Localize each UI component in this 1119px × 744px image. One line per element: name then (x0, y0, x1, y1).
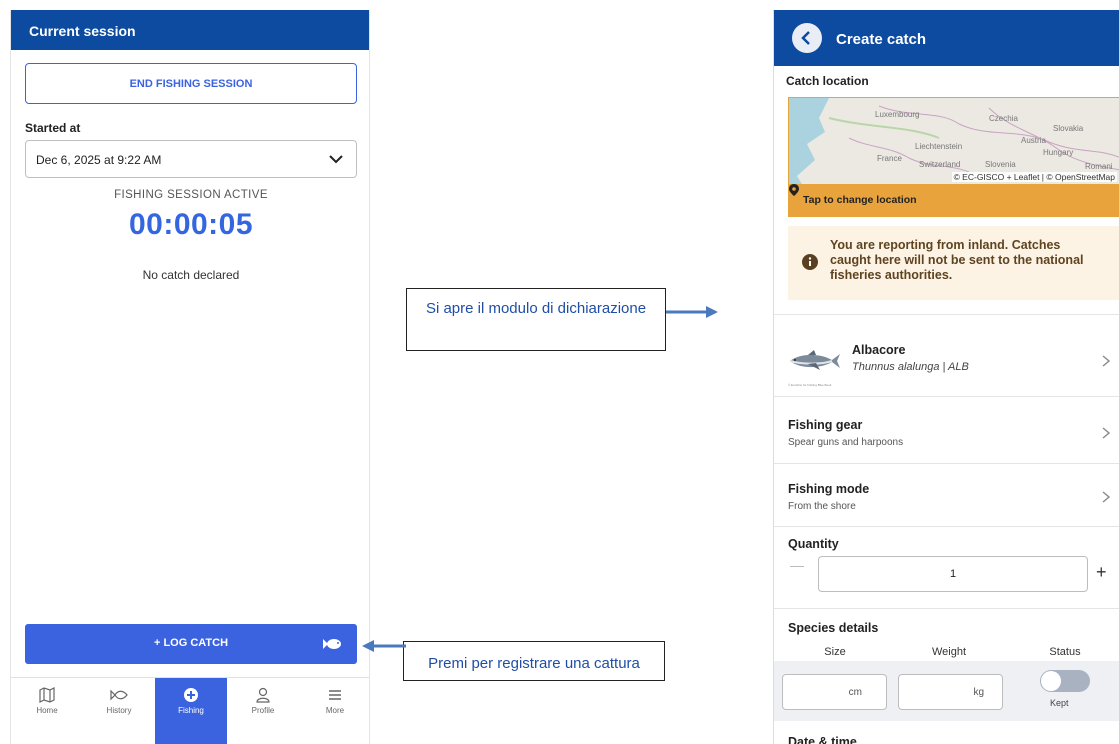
started-at-select[interactable]: Dec 6, 2025 at 9:22 AM (25, 140, 357, 178)
nav-history-label: History (106, 706, 132, 715)
map-label: Liechtenstein (915, 142, 963, 151)
map-label: Czechia (989, 114, 1018, 123)
albacore-fish-image (789, 350, 840, 370)
callout-form-opens: Si apre il modulo di dichiarazione (406, 288, 666, 351)
divider (774, 314, 1119, 315)
nav-fishing[interactable]: Fishing (155, 678, 227, 744)
map-label: Luxembourg (875, 110, 920, 119)
map-label: Slovenia (985, 160, 1016, 169)
nav-more[interactable]: More (299, 678, 369, 744)
nav-fishing-label: Fishing (178, 706, 204, 715)
divider (774, 526, 1119, 527)
started-at-value: Dec 6, 2025 at 9:22 AM (36, 153, 162, 167)
fish-icon (323, 639, 341, 649)
map-label: France (877, 154, 902, 163)
quantity-decrement-button[interactable] (790, 566, 804, 567)
menu-icon (329, 690, 341, 700)
divider (774, 396, 1119, 397)
species-row[interactable]: Albacore Thunnus alalunga | ALB © Eurofi… (774, 326, 1119, 394)
nav-history[interactable]: History (83, 678, 155, 744)
divider (774, 463, 1119, 464)
map-label: Switzerland (919, 160, 961, 169)
catch-location-map[interactable]: Luxembourg Czechia Slovakia Austria Liec… (788, 97, 1119, 217)
nav-profile-label: Profile (251, 706, 275, 715)
size-column-header: Size (824, 646, 846, 658)
arrow-left-icon (362, 640, 406, 652)
inland-warning: You are reporting from inland. Catches c… (788, 226, 1119, 300)
session-header: Current session (11, 10, 369, 50)
nav-profile[interactable]: Profile (227, 678, 299, 744)
arrow-right-icon (666, 306, 718, 318)
change-location-button[interactable]: Tap to change location (789, 184, 1119, 216)
divider (774, 608, 1119, 609)
back-button[interactable] (792, 23, 822, 53)
chevron-right-icon (1102, 491, 1111, 503)
fishing-mode-value: From the shore (788, 501, 856, 512)
session-screen: Current session END FISHING SESSION Star… (10, 10, 370, 744)
chevron-right-icon (1102, 427, 1111, 439)
create-catch-header: Create catch (774, 10, 1119, 66)
fishing-mode-row[interactable]: Fishing mode From the shore (774, 466, 1119, 524)
map-label: Slovakia (1053, 124, 1084, 133)
nav-home-label: Home (36, 706, 58, 715)
quantity-input[interactable]: 1 (818, 556, 1088, 592)
nav-home[interactable]: Home (11, 678, 83, 744)
fishing-gear-row[interactable]: Fishing gear Spear guns and harpoons (774, 402, 1119, 460)
fishing-mode-title: Fishing mode (788, 482, 870, 496)
info-icon (802, 254, 818, 270)
map-label: Hungary (1043, 148, 1074, 157)
fish-outline-icon (110, 689, 128, 701)
nav-more-label: More (325, 706, 345, 715)
fishing-gear-title: Fishing gear (788, 418, 863, 432)
fishing-gear-value: Spear guns and harpoons (788, 437, 904, 448)
chevron-right-icon (1102, 355, 1111, 367)
person-icon (256, 687, 270, 703)
species-details-label: Species details (788, 621, 879, 635)
quantity-label: Quantity (788, 537, 839, 551)
no-catch-message: No catch declared (142, 268, 240, 282)
status-column-header: Status (1049, 646, 1081, 658)
page-title: Create catch (836, 31, 927, 48)
toggle-knob (1041, 671, 1061, 691)
plus-circle-icon (184, 688, 198, 702)
log-catch-button[interactable]: + LOG CATCH (25, 624, 357, 664)
map-attribution[interactable]: © EC-GISCO + Leaflet | © OpenStreetMap (951, 172, 1117, 182)
session-timer: 00:00:05 (128, 208, 254, 241)
map-icon (39, 687, 55, 703)
date-time-label: Date & time (788, 735, 857, 744)
kept-status-label: Kept (1050, 698, 1069, 708)
create-catch-screen: Create catch Catch location Luxembourg C… (773, 10, 1119, 744)
log-catch-label: + LOG CATCH (153, 637, 229, 649)
species-name: Albacore (852, 343, 906, 357)
species-scientific-name: Thunnus alalunga | ALB (852, 361, 969, 373)
weight-input[interactable]: kg (898, 674, 1003, 710)
species-image-credit: © Eurofins for Fishing Blue Book (788, 383, 832, 387)
map-label: Romani (1085, 162, 1113, 171)
map-label: Austria (1021, 136, 1046, 145)
map-pin-icon (789, 184, 799, 196)
kept-status-toggle[interactable] (1040, 670, 1090, 692)
end-fishing-session-button[interactable]: END FISHING SESSION (25, 63, 357, 104)
catch-location-label: Catch location (786, 74, 869, 88)
session-status: FISHING SESSION ACTIVE (114, 189, 268, 201)
bottom-nav: Home History Fishing Profile More (11, 677, 369, 744)
chevron-left-icon (801, 31, 810, 45)
inland-warning-text: You are reporting from inland. Catches c… (830, 238, 1084, 282)
started-at-label: Started at (25, 121, 81, 135)
weight-column-header: Weight (931, 646, 967, 658)
callout-press-log: Premi per registrare una cattura (403, 641, 665, 681)
session-header-title: Current session (29, 23, 136, 39)
quantity-increment-button[interactable]: + (1096, 562, 1107, 583)
change-location-label: Tap to change location (803, 194, 917, 206)
size-input[interactable]: cm (782, 674, 887, 710)
chevron-down-icon (329, 155, 343, 164)
